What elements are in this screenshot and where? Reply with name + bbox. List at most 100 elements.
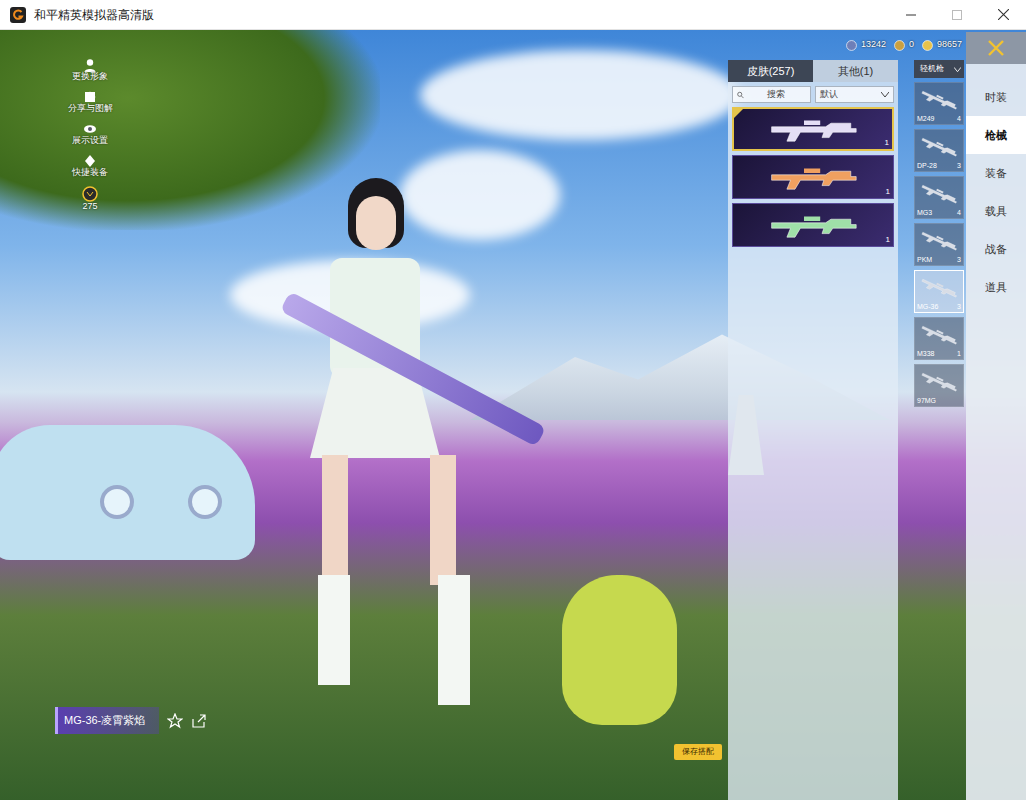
gun-icon: [918, 321, 959, 349]
category-tab[interactable]: 枪械: [966, 116, 1026, 154]
side-menu-label: 分享与图解: [68, 104, 113, 114]
maximize-button[interactable]: [934, 0, 980, 30]
search-icon: [737, 91, 744, 99]
skin-card[interactable]: 1: [732, 155, 894, 199]
window-title: 和平精英模拟器高清版: [34, 6, 154, 24]
gun-icon: [918, 133, 959, 161]
dropdown-arrow-icon: [881, 92, 889, 97]
skin-count: 1: [885, 139, 889, 148]
side-menu-item[interactable]: 展示设置: [55, 122, 125, 146]
currency-amount: 0: [909, 38, 914, 52]
gun-icon: [918, 227, 959, 255]
category-tab[interactable]: 装备: [966, 154, 1026, 192]
weapon-name: PKM: [917, 256, 932, 264]
weapon-filter[interactable]: 轻机枪: [914, 60, 964, 78]
close-icon: [998, 9, 1009, 20]
skin-panel: 皮肤(257)其他(1) 默认 1 1 1: [728, 60, 898, 800]
category-bar: 时装枪械装备载具战备道具: [966, 32, 1026, 800]
dropdown-arrow-icon: [954, 67, 961, 72]
selected-corner: [734, 109, 743, 118]
skin-count: 1: [886, 188, 890, 197]
weapon-name: 97MG: [917, 397, 936, 405]
coin-icon: [894, 40, 905, 51]
sort-value: 默认: [820, 88, 838, 102]
currency-bar: 13242 0 98657: [728, 30, 964, 60]
maximize-icon: [952, 10, 962, 20]
minimize-icon: [906, 10, 916, 20]
skin-tab[interactable]: 其他(1): [813, 60, 898, 82]
side-menu-label: 更换形象: [72, 72, 108, 82]
weapon-item[interactable]: MG-36 3: [914, 270, 964, 313]
side-menu-label: 快捷装备: [72, 168, 108, 178]
app-logo-icon: [10, 7, 26, 23]
gun-icon: [918, 274, 959, 302]
skin-count: 1: [886, 236, 890, 245]
gun-icon: [768, 164, 858, 191]
weapon-item[interactable]: M249 4: [914, 82, 964, 125]
category-tab[interactable]: 时装: [966, 78, 1026, 116]
gear-icon: [83, 154, 97, 168]
gun-icon: [918, 86, 959, 114]
side-menu-label: 展示设置: [72, 136, 108, 146]
currency-amount: 13242: [861, 38, 886, 52]
skin-card[interactable]: 1: [732, 203, 894, 247]
gun-icon: [918, 368, 959, 396]
game-view: 更换形象分享与图解展示设置快捷装备 275 MG-36-凌霄紫焰 保存搭配 132…: [0, 30, 1026, 800]
weapon-count: 4: [957, 209, 961, 217]
side-menu-item[interactable]: 更换形象: [55, 58, 125, 82]
close-icon: [987, 39, 1005, 57]
puzzle-icon: [83, 90, 97, 104]
weapon-name: MG3: [917, 209, 932, 217]
gun-icon: [918, 180, 959, 208]
gun-icon: [768, 116, 858, 143]
close-window-button[interactable]: [980, 0, 1026, 30]
weapon-count: 1: [957, 350, 961, 358]
coin-icon: [846, 40, 857, 51]
weapon-item[interactable]: 97MG: [914, 364, 964, 407]
minimize-button[interactable]: [888, 0, 934, 30]
search-field[interactable]: [732, 86, 811, 103]
favorite-star-icon[interactable]: [167, 713, 183, 729]
sort-dropdown[interactable]: 默认: [815, 86, 894, 103]
category-tab[interactable]: 战备: [966, 230, 1026, 268]
weapon-item[interactable]: PKM 3: [914, 223, 964, 266]
category-tab[interactable]: 道具: [966, 268, 1026, 306]
search-input[interactable]: [747, 88, 806, 102]
rank-icon: [82, 186, 98, 202]
weapon-filter-value: 轻机枪: [920, 63, 944, 75]
weapon-count: 4: [957, 115, 961, 123]
level-badge[interactable]: 275: [55, 186, 125, 212]
title-bar: 和平精英模拟器高清版: [0, 0, 1026, 30]
weapon-item[interactable]: M338 1: [914, 317, 964, 360]
skin-card[interactable]: 1: [732, 107, 894, 151]
currency: 0: [894, 38, 914, 52]
weapon-count: 3: [957, 303, 961, 311]
side-menu-item[interactable]: 快捷装备: [55, 154, 125, 178]
share-icon[interactable]: [191, 713, 207, 729]
currency: 13242: [846, 38, 886, 52]
close-panel-button[interactable]: [966, 32, 1026, 64]
pet: [562, 575, 677, 725]
person-icon: [83, 58, 97, 72]
category-tab[interactable]: 载具: [966, 192, 1026, 230]
weapon-item[interactable]: MG3 4: [914, 176, 964, 219]
eye-icon: [83, 122, 97, 136]
currency: 98657: [922, 38, 962, 52]
gun-icon: [768, 212, 858, 239]
weapon-name: M249: [917, 115, 935, 123]
side-menu: 更换形象分享与图解展示设置快捷装备 275: [55, 58, 125, 211]
weapon-item[interactable]: DP-28 3: [914, 129, 964, 172]
weapon-name: M338: [917, 350, 935, 358]
weapon-name: MG-36: [917, 303, 938, 311]
level-text: 275: [82, 202, 97, 212]
coin-icon: [922, 40, 933, 51]
weapon-count: 3: [957, 256, 961, 264]
side-menu-item[interactable]: 分享与图解: [55, 90, 125, 114]
skin-tab[interactable]: 皮肤(257): [728, 60, 813, 82]
currency-amount: 98657: [937, 38, 962, 52]
weapon-name: DP-28: [917, 162, 937, 170]
weapon-count: 3: [957, 162, 961, 170]
item-name-label: MG-36-凌霄紫焰: [55, 707, 159, 734]
save-outfit-button[interactable]: 保存搭配: [674, 744, 722, 760]
weapon-list: 轻机枪 M249 4 DP-28 3 MG3 4 PKM 3 MG-36 3 M338 1 97MG: [914, 60, 964, 800]
